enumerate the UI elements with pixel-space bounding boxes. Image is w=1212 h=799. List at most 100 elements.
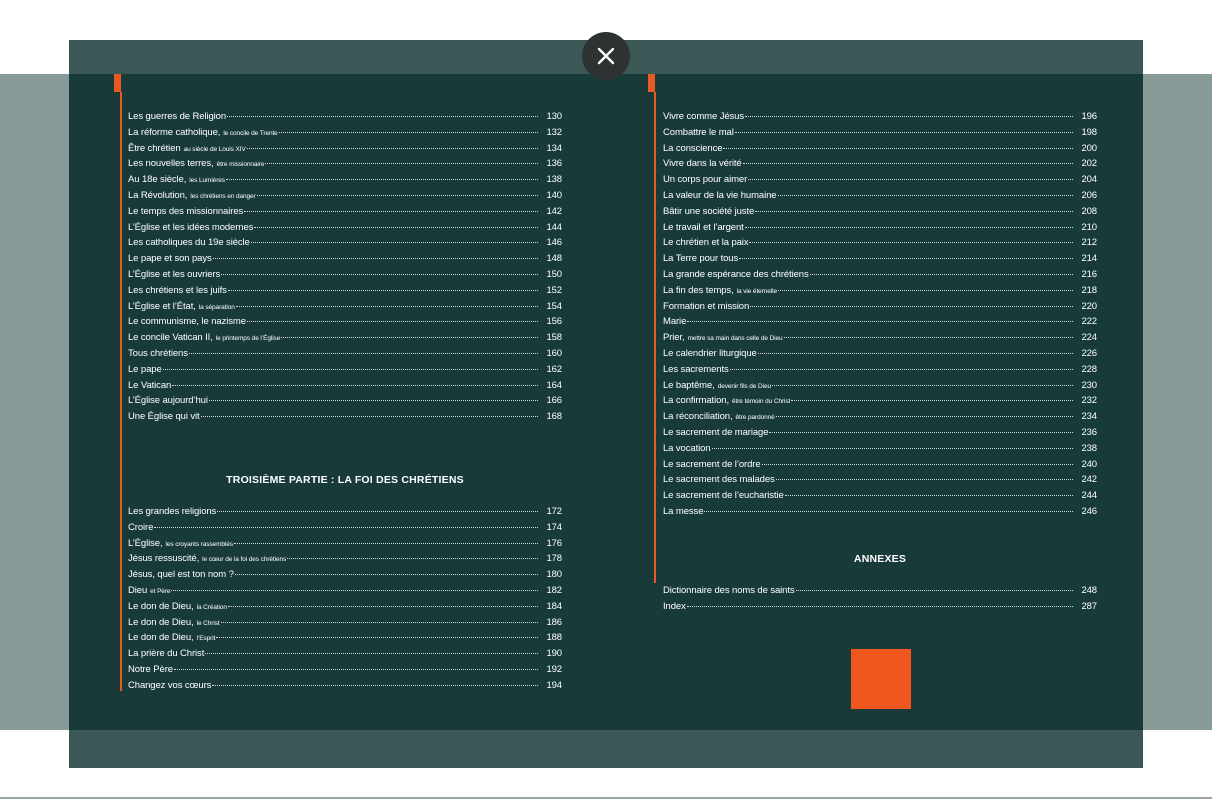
toc-entry-page: 156 (546, 316, 562, 328)
toc-entry[interactable]: Le don de Dieu, l’Esprit 188 (128, 632, 562, 648)
toc-entry[interactable]: Les chrétiens et les juifs 152 (128, 285, 562, 301)
toc-entry[interactable]: Les guerres de Religion 130 (128, 111, 562, 127)
toc-entry-page: 236 (1081, 426, 1097, 438)
toc-entry-page: 222 (1081, 316, 1097, 328)
toc-entry-page: 234 (1081, 411, 1097, 423)
toc-entry[interactable]: L’Église et les ouvriers 150 (128, 269, 562, 285)
toc-entry[interactable]: Croire 174 (128, 522, 562, 538)
toc-entry[interactable]: Le sacrement des malades 242 (663, 474, 1097, 490)
toc-entry[interactable]: La valeur de la vie humaine 206 (663, 190, 1097, 206)
toc-entry-page: 206 (1081, 189, 1097, 201)
toc-entry[interactable]: L’Église et les idées modernes 144 (128, 222, 562, 238)
toc-entry[interactable]: Vivre comme Jésus 196 (663, 111, 1097, 127)
toc-entry[interactable]: La réforme catholique, le concile de Tren… (128, 127, 562, 143)
toc-entry[interactable]: Vivre dans la vérité 202 (663, 158, 1097, 174)
toc-entry[interactable]: Les grandes religions 172 (128, 506, 562, 522)
toc-leader-dots (246, 147, 538, 149)
toc-entry[interactable]: Notre Père 192 (128, 664, 562, 680)
toc-entry[interactable]: Jésus ressuscité, le cœur de la foi des c… (128, 553, 562, 569)
toc-entry[interactable]: Le travail et l’argent 210 (663, 222, 1097, 238)
toc-entry[interactable]: Le temps des missionnaires 142 (128, 206, 562, 222)
toc-entry[interactable]: Le concile Vatican II, le printemps de l’… (128, 332, 562, 348)
toc-entry[interactable]: La réconciliation, être pardonné 234 (663, 411, 1097, 427)
toc-entry[interactable]: L’Église et l’État, la séparation 154 (128, 301, 562, 317)
toc-leader-dots (212, 684, 538, 686)
toc-entry[interactable]: Une Église qui vit 168 (128, 411, 562, 427)
toc-entry-title: Les grandes religions (128, 506, 217, 517)
toc-entry-title: L’Église et les idées modernes (128, 221, 254, 233)
toc-leader-dots (173, 668, 538, 670)
toc-leader-dots (777, 194, 1073, 196)
toc-entry[interactable]: Le Vatican 164 (128, 380, 562, 396)
section-title-third-part: TROISIÈME PARTIE : LA FOI DES CHRÉTIENS (226, 474, 464, 486)
toc-entry[interactable]: Le sacrement de mariage 236 (663, 427, 1097, 443)
toc-entry-page: 194 (546, 679, 562, 691)
toc-entry[interactable]: Les sacrements 228 (663, 364, 1097, 380)
toc-entry[interactable]: Marie 222 (663, 316, 1097, 332)
toc-entry-title: Les sacrements (663, 363, 729, 375)
toc-entry[interactable]: Le pape 162 (128, 364, 562, 380)
toc-entry-subtitle: le printemps de l’Église (215, 335, 281, 343)
toc-entry[interactable]: Un corps pour aimer 204 (663, 174, 1097, 190)
toc-entry[interactable]: Le chrétien et la paix 212 (663, 237, 1097, 253)
toc-entry[interactable]: Le communisme, le nazisme 156 (128, 316, 562, 332)
toc-entry[interactable]: La Révolution, les chrétiens en danger 140 (128, 190, 562, 206)
toc-entry[interactable]: La vocation 238 (663, 443, 1097, 459)
toc-entry-subtitle: devenir fils de Dieu (717, 382, 771, 390)
toc-entry[interactable]: Les nouvelles terres, être missionnaire 13… (128, 158, 562, 174)
toc-entry[interactable]: Le don de Dieu, le Christ 186 (128, 617, 562, 633)
toc-entry[interactable]: La grande espérance des chrétiens 216 (663, 269, 1097, 285)
toc-entry-page: 140 (546, 189, 562, 201)
close-button[interactable] (582, 32, 630, 80)
toc-entry-title: La réconciliation, (663, 411, 733, 423)
toc-entry[interactable]: Jésus, quel est ton nom ? 180 (128, 569, 562, 585)
toc-entry[interactable]: L’Église, les croyants rassemblés 176 (128, 538, 562, 554)
toc-entry[interactable]: Formation et mission 220 (663, 301, 1097, 317)
toc-entry-page: 132 (546, 126, 562, 138)
toc-entry-page: 146 (546, 237, 562, 249)
toc-entry[interactable]: Bâtir une société juste 208 (663, 206, 1097, 222)
toc-entry[interactable]: Combattre le mal 198 (663, 127, 1097, 143)
toc-entry[interactable]: Prier, mettre sa main dans celle de Dieu 2… (663, 332, 1097, 348)
toc-entry-title: Être chrétien (128, 142, 181, 154)
toc-entry-page: 160 (546, 347, 562, 359)
toc-entry[interactable]: Être chrétien au siècle de Louis XIV 134 (128, 143, 562, 159)
toc-entry-title: Index (663, 600, 686, 612)
toc-entry[interactable]: Les catholiques du 19e siècle 146 (128, 237, 562, 253)
toc-entry[interactable]: La messe 246 (663, 506, 1097, 522)
toc-entry[interactable]: Dictionnaire des noms de saints 248 (663, 585, 1097, 601)
toc-entry-page: 136 (546, 158, 562, 170)
toc-entry-title: Le travail et l’argent (663, 221, 744, 233)
toc-leader-dots (212, 257, 538, 260)
toc-entry-page: 202 (1081, 158, 1097, 170)
toc-entry[interactable]: Le calendrier liturgique 226 (663, 348, 1097, 364)
toc-entry[interactable]: La prière du Christ 190 (128, 648, 562, 664)
toc-entry-title: Une Église qui vit (128, 411, 200, 423)
toc-entry[interactable]: Le sacrement de l’ordre 240 (663, 459, 1097, 475)
toc-leader-dots (775, 478, 1073, 481)
toc-leader-dots (278, 131, 538, 133)
toc-entry[interactable]: Au 18e siècle, les Lumières 138 (128, 174, 562, 190)
toc-entry[interactable]: Index 287 (663, 601, 1097, 617)
toc-entry-page: 240 (1081, 458, 1097, 470)
toc-leader-dots (227, 605, 538, 607)
toc-entry-title: Formation et mission (663, 300, 750, 312)
toc-entry-page: 212 (1081, 237, 1097, 249)
toc-entry-title: Au 18e siècle, (128, 174, 187, 186)
toc-entry[interactable]: Le pape et son pays 148 (128, 253, 562, 269)
toc-entry[interactable]: Changez vos cœurs 194 (128, 680, 562, 696)
toc-entry-subtitle: être pardonné (735, 414, 775, 422)
toc-entry[interactable]: L’Église aujourd’hui 166 (128, 395, 562, 411)
toc-entry[interactable]: Le don de Dieu, la Création 184 (128, 601, 562, 617)
toc-entry[interactable]: La confirmation, être témoin du Christ 232 (663, 395, 1097, 411)
toc-entry[interactable]: La conscience 200 (663, 143, 1097, 159)
toc-entry[interactable]: La fin des temps, la vie éternelle 218 (663, 285, 1097, 301)
toc-entry-title: La messe (663, 505, 704, 517)
toc-entry-page: 210 (1081, 221, 1097, 233)
toc-entry[interactable]: Le sacrement de l’eucharistie 244 (663, 490, 1097, 506)
toc-entry[interactable]: La Terre pour tous 214 (663, 253, 1097, 269)
toc-entry[interactable]: Tous chrétiens 160 (128, 348, 562, 364)
toc-entry[interactable]: Le baptême, devenir fils de Dieu 230 (663, 380, 1097, 396)
toc-entry-subtitle: être témoin du Christ (732, 398, 791, 406)
toc-entry[interactable]: Dieu et Père 182 (128, 585, 562, 601)
